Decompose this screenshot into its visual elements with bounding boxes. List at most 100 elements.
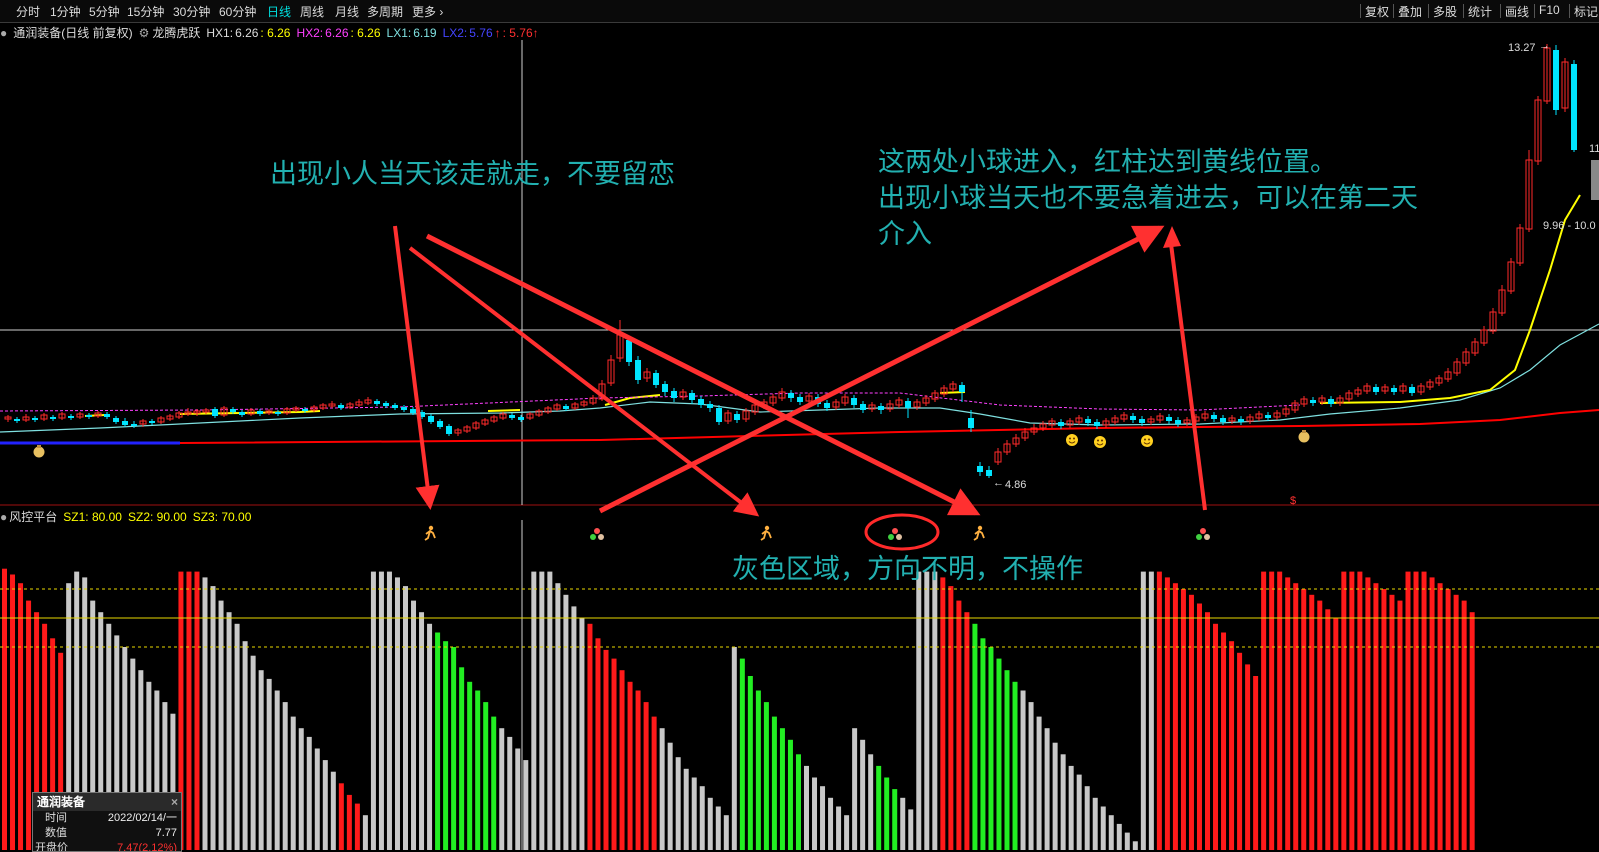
sz-bar: [731, 647, 737, 850]
period-tab-7[interactable]: 周线: [300, 3, 324, 20]
period-tab-2[interactable]: 5分钟: [89, 3, 120, 20]
candle-body: [14, 419, 20, 421]
tool-button-3[interactable]: 统计: [1468, 3, 1492, 20]
tool-button-1[interactable]: 叠加: [1398, 3, 1422, 20]
bag-body: [1298, 431, 1310, 443]
sz-bar: [226, 612, 232, 850]
sz-bar: [779, 728, 785, 850]
candle-body: [131, 424, 137, 426]
candle-body: [32, 418, 38, 420]
sz-bar: [1261, 571, 1267, 850]
period-tab-6[interactable]: 日线: [267, 3, 291, 20]
candle-body: [1058, 422, 1064, 426]
candle-body: [1175, 420, 1181, 424]
tool-button-0[interactable]: 复权: [1365, 3, 1389, 20]
candle-body: [275, 412, 281, 414]
up-arrow-icon-2: ↑: [532, 26, 539, 40]
close-icon[interactable]: ×: [171, 793, 178, 811]
indicator-lines: [0, 194, 1599, 445]
popup-row-value: 7.77: [155, 827, 177, 839]
sz-bar: [980, 638, 986, 850]
tool-button-6[interactable]: 标记: [1574, 3, 1598, 20]
candle-body: [662, 384, 668, 392]
indicator-settings-icon[interactable]: ⚙: [139, 26, 150, 40]
candle-body: [1265, 415, 1271, 418]
toolbar-divider: [1393, 4, 1394, 18]
lx1-label: LX1:: [386, 26, 412, 40]
sz-bar: [1277, 571, 1283, 850]
balls-icon: [888, 528, 902, 540]
period-tab-4[interactable]: 30分钟: [173, 3, 210, 20]
tool-button-4[interactable]: 画线: [1505, 3, 1529, 20]
period-tab-10[interactable]: 更多 ›: [412, 3, 443, 20]
sub-indicator-icon: ●: [0, 510, 8, 524]
hx2-extra: : 6.26: [350, 26, 381, 40]
sz-bar: [715, 806, 721, 850]
popup-row-label: 开盘价: [35, 842, 68, 852]
indicator-name[interactable]: 龙腾虎跃: [152, 26, 200, 40]
candle-body: [851, 398, 857, 405]
sz-bar: [459, 667, 465, 850]
period-tab-0[interactable]: 分时: [16, 3, 40, 20]
candle-body: [68, 416, 74, 418]
popup-title: 通润装备: [37, 795, 86, 809]
hx1-yellow-line: [487, 409, 521, 412]
sz-bar: [1301, 589, 1307, 850]
period-tab-3[interactable]: 15分钟: [127, 3, 164, 20]
smiley-face: [1094, 436, 1106, 448]
runner-head: [428, 525, 434, 531]
period-tab-5[interactable]: 60分钟: [219, 3, 256, 20]
sz-bar: [1413, 571, 1419, 850]
sz-bar: [964, 612, 970, 850]
period-tab-1[interactable]: 1分钟: [50, 3, 81, 20]
hx2-value: 6.26: [325, 26, 349, 40]
candle-body: [104, 414, 110, 417]
candle-body: [302, 409, 308, 411]
sz-bar: [1092, 797, 1098, 850]
sz-bar: [338, 783, 344, 850]
sz-bar: [747, 676, 753, 850]
popup-row-value: 2022/02/14/一: [107, 812, 177, 824]
sub-indicator-name[interactable]: 风控平台: [9, 510, 57, 524]
highlight-circle: [864, 513, 940, 551]
period-tab-8[interactable]: 月线: [335, 3, 359, 20]
sz-bar: [1221, 632, 1227, 850]
candle-body: [86, 415, 92, 417]
sz-bar: [996, 658, 1002, 850]
candle-body: [563, 406, 569, 409]
sz-bar: [1389, 594, 1395, 850]
sz-bar: [1084, 786, 1090, 850]
toolbar-divider: [1360, 4, 1361, 18]
sz-bar: [651, 716, 657, 850]
sz-bar: [18, 583, 24, 850]
smiley-icon: [1141, 435, 1153, 447]
candle-body: [1139, 419, 1145, 423]
kline-chart[interactable]: $: [0, 0, 1599, 850]
tool-button-2[interactable]: 多股: [1433, 3, 1457, 20]
lx2-value: 5.76: [469, 26, 493, 40]
sz-bar: [1052, 742, 1058, 850]
period-tab-9[interactable]: 多周期: [367, 3, 403, 20]
sz-bar: [804, 765, 809, 850]
popup-row-time: 时间 2022/02/14/一: [33, 811, 181, 826]
sz-bar: [475, 690, 481, 850]
candle-body: [653, 373, 659, 385]
sz-bar: [539, 571, 545, 850]
candle-body: [878, 406, 884, 410]
sz-bar: [547, 571, 553, 850]
data-popup[interactable]: 通润装备 × 时间 2022/02/14/一 数值 7.77 开盘价 7.47(2.12…: [32, 792, 182, 852]
candle-body: [383, 403, 389, 406]
candle-body: [230, 409, 236, 412]
lx2-extra: : 5.76: [502, 26, 533, 40]
annotation-arrow: [408, 246, 760, 517]
sz-bar: [603, 649, 609, 850]
candle-body: [1571, 64, 1577, 150]
sz-bar: [1437, 583, 1443, 850]
candle-body: [860, 404, 866, 410]
tool-button-5[interactable]: F10: [1539, 3, 1560, 17]
sz-bar: [1205, 612, 1210, 850]
ball-red: [594, 528, 600, 534]
sz-bar: [1373, 583, 1379, 850]
sz-bar: [322, 760, 328, 850]
sz-bar: [1381, 589, 1387, 850]
